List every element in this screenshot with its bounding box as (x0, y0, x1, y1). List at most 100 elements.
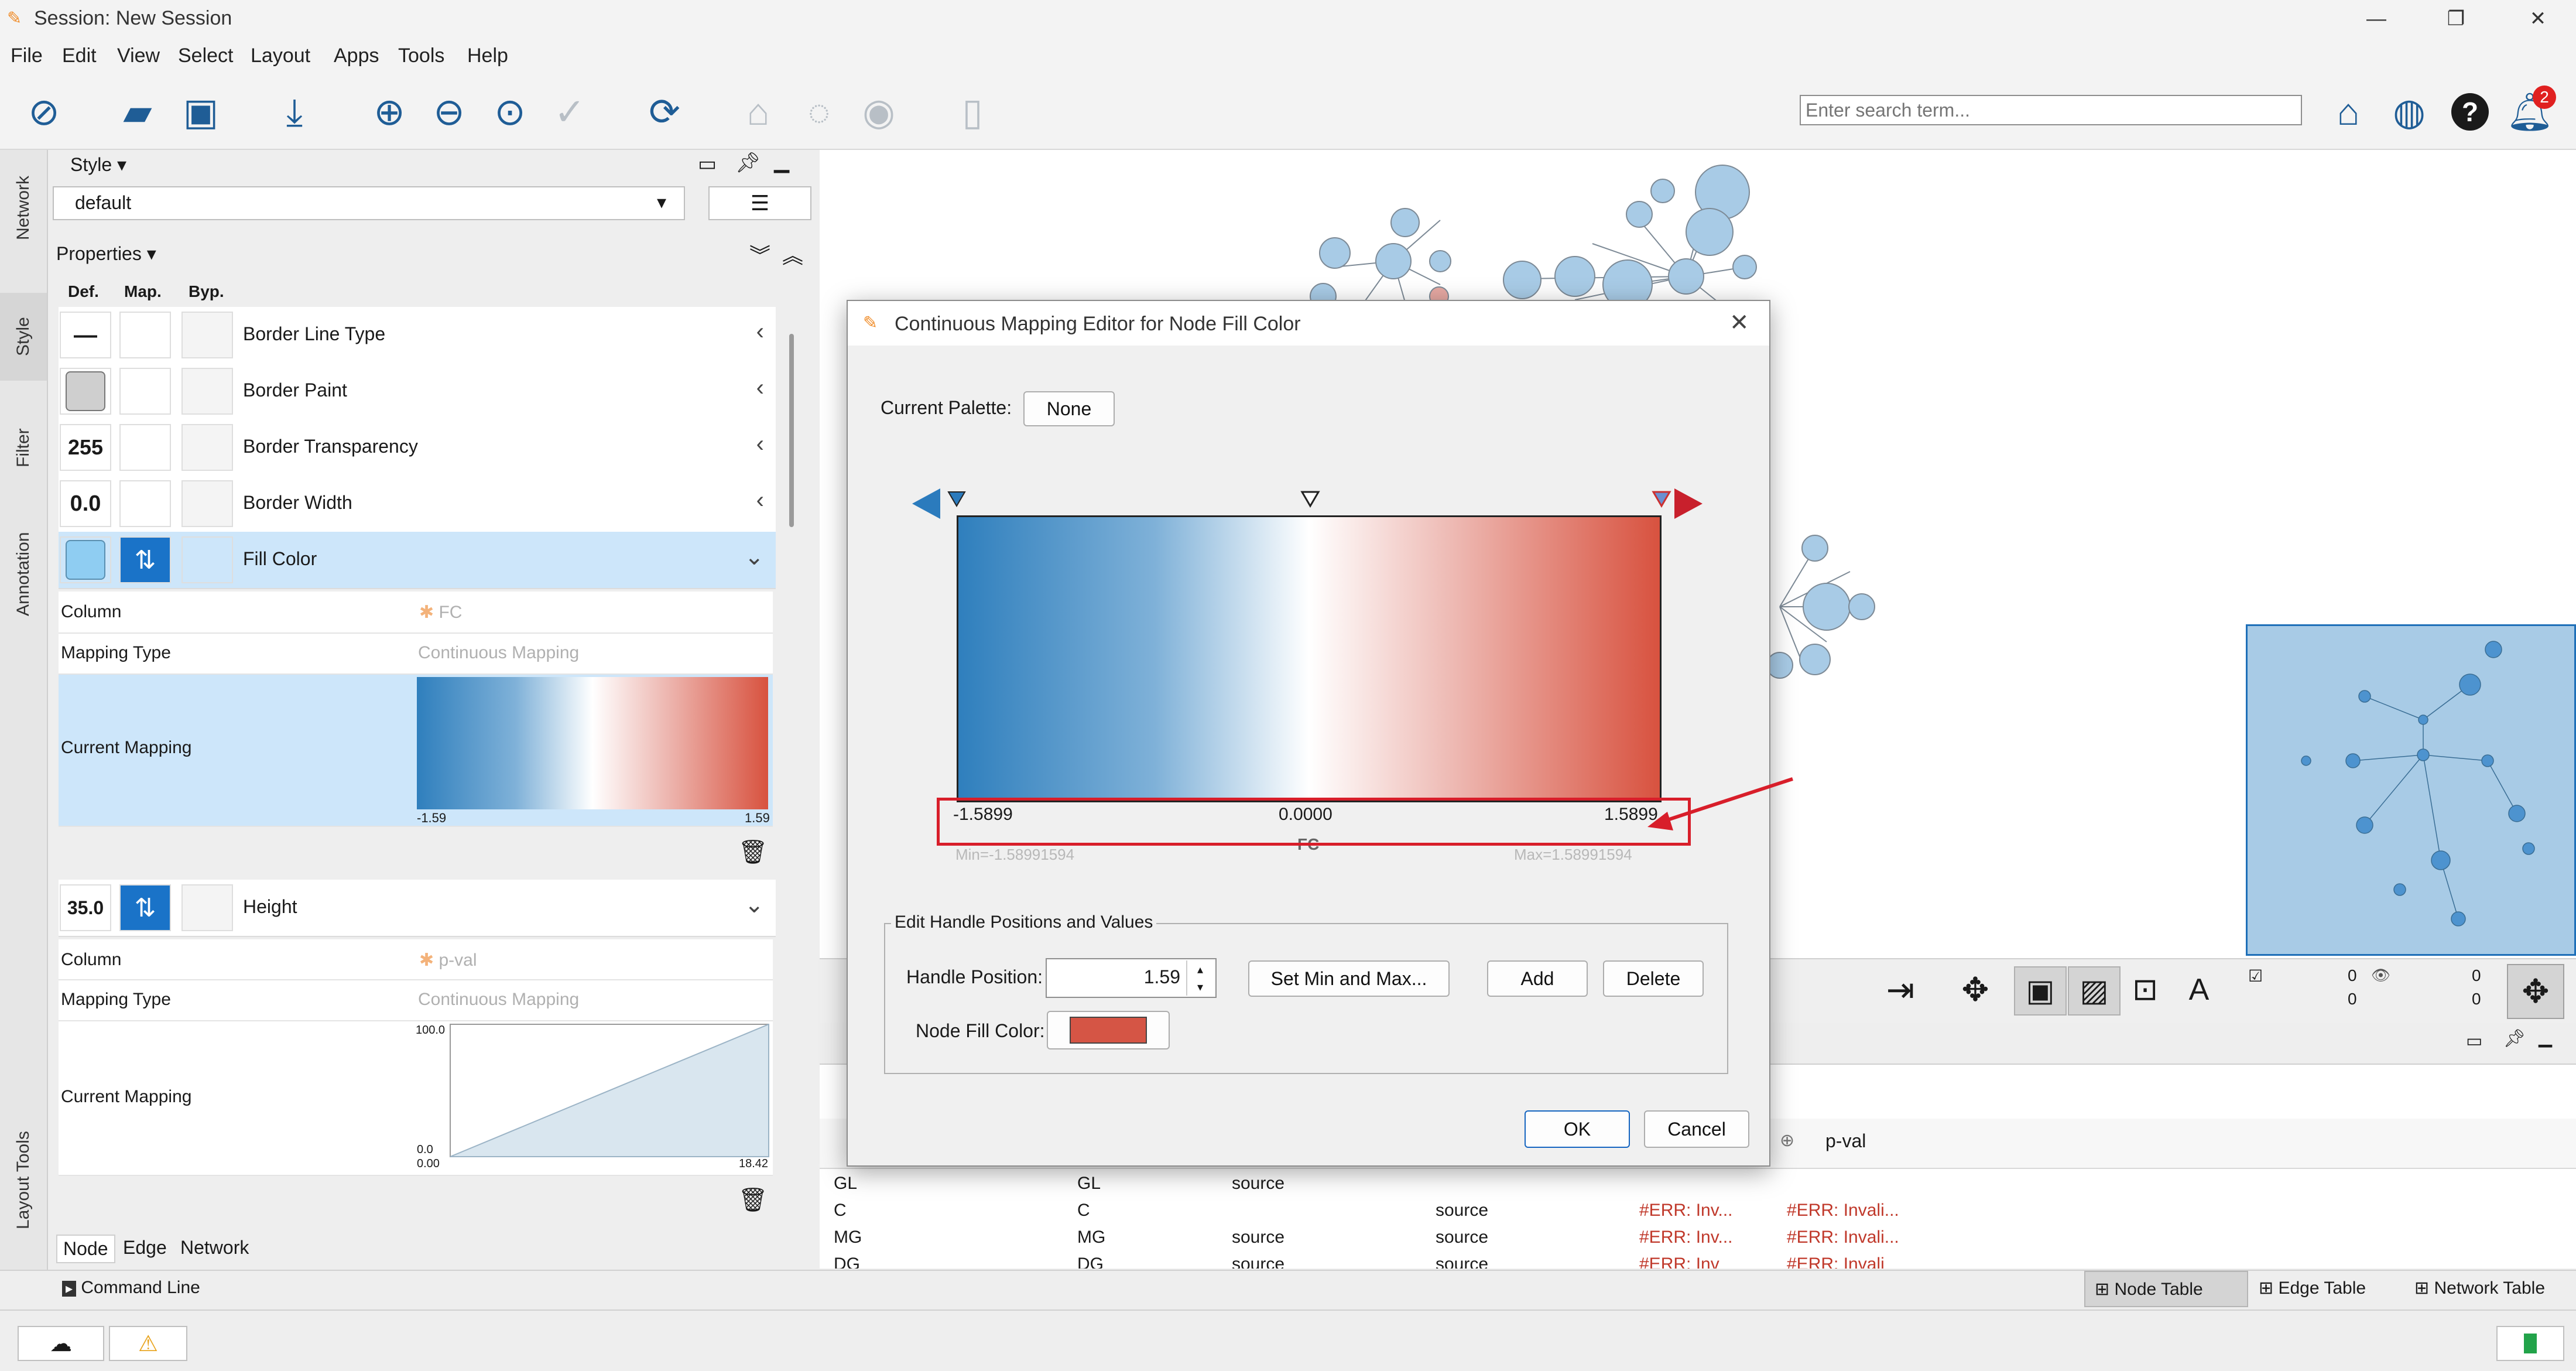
map-cell[interactable] (119, 424, 171, 471)
node-fill-color-button[interactable] (1047, 1011, 1170, 1049)
menu-layout[interactable]: Layout (251, 45, 310, 67)
open-folder-icon[interactable]: ▰ (111, 86, 164, 138)
def-cell[interactable]: 0.0 (60, 480, 111, 527)
panel-minimize-icon[interactable]: ▁ (774, 150, 789, 173)
refresh-icon[interactable]: ⟳ (638, 86, 691, 138)
chevron-left-icon[interactable]: ‹ (756, 375, 764, 401)
mapping-type-value[interactable]: Continuous Mapping (418, 643, 579, 663)
prop-row-fill-color[interactable]: ⇅ Fill Color ⌄ (59, 532, 776, 589)
prop-row-border-line-type[interactable]: — Border Line Type ‹ (59, 307, 776, 364)
menu-view[interactable]: View (117, 45, 160, 67)
tab-network-table[interactable]: ⊞ Network Table (2414, 1278, 2545, 1298)
menu-edit[interactable]: Edit (62, 45, 97, 67)
fill-gradient-preview[interactable] (417, 677, 768, 809)
map-cell[interactable] (119, 480, 171, 527)
map-cell[interactable]: ⇅ (119, 884, 171, 931)
tab-edge-table[interactable]: ⊞ Edge Table (2259, 1278, 2366, 1298)
min-arrow-handle[interactable] (912, 488, 940, 519)
set-min-max-button[interactable]: Set Min and Max... (1248, 960, 1450, 997)
ok-button[interactable]: OK (1525, 1110, 1630, 1148)
chevron-left-icon[interactable]: ‹ (756, 431, 764, 457)
panel-float-icon[interactable]: ▭ (2466, 1031, 2482, 1051)
mid-handle[interactable] (1300, 491, 1320, 508)
export-icon[interactable]: ⇥ (1877, 966, 1924, 1013)
network-overview[interactable] (2246, 624, 2576, 956)
def-cell[interactable]: 255 (60, 424, 111, 471)
byp-cell[interactable] (181, 884, 233, 931)
def-cell[interactable]: 35.0 (60, 884, 111, 931)
tab-edge[interactable]: Edge (119, 1235, 170, 1261)
prop-row-border-width[interactable]: 0.0 Border Width ‹ (59, 476, 776, 533)
byp-cell[interactable] (181, 312, 233, 358)
handle-position-value[interactable]: 1.59 (1144, 966, 1180, 988)
menu-file[interactable]: File (11, 45, 43, 67)
panel-pin-icon[interactable]: 📌︎ (2503, 1028, 2526, 1049)
trash-icon[interactable]: 🗑︎ (738, 1185, 768, 1213)
byp-cell[interactable] (181, 480, 233, 527)
panel-pin-icon[interactable]: 📌︎ (735, 151, 761, 175)
tab-filter[interactable]: Filter (0, 404, 47, 492)
menu-help[interactable]: Help (467, 45, 508, 67)
tab-annotation[interactable]: Annotation (0, 510, 47, 638)
stepper-down-icon[interactable]: ▾ (1186, 978, 1213, 996)
warning-icon[interactable]: ⚠ (109, 1326, 187, 1361)
select-nodes-icon[interactable]: ▣ (2014, 966, 2067, 1016)
zoom-out-icon[interactable]: ⊖ (423, 86, 475, 138)
fit-content-icon[interactable]: ✥ (1952, 966, 1999, 1013)
select-annotations-icon[interactable]: ⊡ (2122, 966, 2169, 1013)
select-labels-icon[interactable]: A (2176, 966, 2222, 1013)
new-network-icon[interactable]: ▯ (946, 86, 999, 138)
column-value[interactable]: ✱ FC (419, 602, 462, 623)
home-icon[interactable]: ⌂ (2322, 86, 2375, 138)
byp-cell[interactable] (181, 368, 233, 415)
zoom-in-icon[interactable]: ⊕ (363, 86, 416, 138)
mapping-gradient[interactable] (957, 515, 1662, 802)
delete-handle-button[interactable]: Delete (1603, 960, 1704, 997)
byp-cell[interactable] (181, 424, 233, 471)
show-all-icon[interactable]: ⌂ (732, 86, 785, 138)
map-cell[interactable]: ⇅ (119, 536, 171, 583)
column-value[interactable]: ✱ p-val (419, 950, 477, 970)
height-current-mapping-row[interactable]: Current Mapping 100.0 0.0 0.00 18.42 (59, 1021, 773, 1176)
prop-row-border-transparency[interactable]: 255 Border Transparency ‹ (59, 419, 776, 477)
select-edges-icon[interactable]: ▨ (2068, 966, 2121, 1016)
chevron-left-icon[interactable]: ‹ (756, 487, 764, 514)
navigate-icon[interactable]: ✥ (2507, 964, 2564, 1019)
import-network-icon[interactable]: ⤓ (268, 86, 321, 138)
tab-layout-tools[interactable]: Layout Tools (0, 1107, 47, 1253)
maximize-button[interactable]: ❐ (2424, 0, 2488, 37)
style-options-button[interactable]: ☰ (708, 186, 811, 220)
menu-tools[interactable]: Tools (398, 45, 444, 67)
zoom-fit-icon[interactable]: ⊙ (484, 86, 536, 138)
table-row[interactable]: C C source #ERR: Inv... #ERR: Invali... (820, 1198, 2576, 1225)
menu-apps[interactable]: Apps (334, 45, 379, 67)
table-row[interactable]: MG MG source source #ERR: Inv... #ERR: I… (820, 1225, 2576, 1252)
table-row[interactable]: DG DG source source #ERR: Inv #ERR: Inva… (820, 1252, 2576, 1269)
height-mapping-type-row[interactable]: Mapping Type Continuous Mapping (59, 980, 773, 1021)
memory-indicator-icon[interactable] (2496, 1326, 2564, 1361)
tab-style[interactable]: Style (0, 293, 47, 381)
properties-dropdown[interactable]: Properties ▾ (56, 242, 156, 265)
right-handle-selected[interactable] (1652, 491, 1671, 508)
menu-select[interactable]: Select (178, 45, 234, 67)
save-icon[interactable]: ▣ (174, 86, 227, 138)
tab-network[interactable]: Network (0, 158, 47, 258)
def-cell[interactable] (60, 536, 111, 583)
max-arrow-handle[interactable] (1674, 488, 1703, 519)
minimize-button[interactable]: — (2344, 0, 2409, 37)
show-icon[interactable]: ◉ (852, 86, 905, 138)
help-icon[interactable]: ? (2444, 86, 2496, 138)
fill-mapping-type-row[interactable]: Mapping Type Continuous Mapping (59, 634, 773, 675)
dialog-close-icon[interactable]: ✕ (1729, 309, 1749, 336)
map-cell[interactable] (119, 312, 171, 358)
byp-cell[interactable] (181, 536, 233, 583)
checkbox-icon[interactable]: ☑ (2248, 966, 2263, 986)
hide-icon[interactable]: ◌ (793, 86, 845, 138)
height-mapping-chart[interactable] (450, 1024, 769, 1157)
close-window-button[interactable]: ✕ (2506, 0, 2570, 37)
mapping-type-value[interactable]: Continuous Mapping (418, 990, 579, 1010)
collapse-all-icon[interactable]: ︾ (749, 239, 770, 269)
globe-icon[interactable]: ◍ (2383, 86, 2435, 138)
panel-minimize-icon[interactable]: ▁ (2539, 1027, 2552, 1048)
left-handle[interactable] (947, 491, 966, 507)
